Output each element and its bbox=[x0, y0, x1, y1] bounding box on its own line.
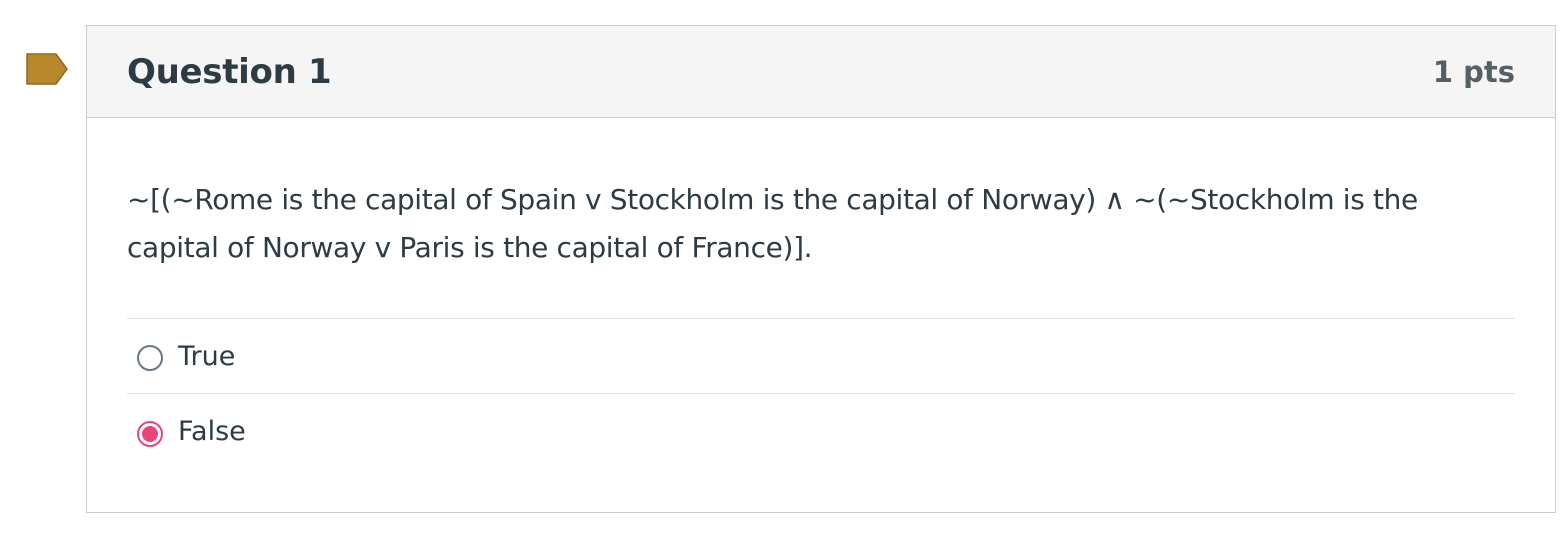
radio-button-false[interactable] bbox=[137, 420, 163, 447]
radio-button-true[interactable] bbox=[137, 345, 163, 371]
radio-selected-dot bbox=[142, 425, 158, 442]
answer-label[interactable]: False bbox=[178, 416, 246, 447]
flag-question-icon[interactable] bbox=[26, 53, 68, 85]
answer-option-true[interactable]: True bbox=[127, 319, 1515, 394]
question-card: Question 1 1 pts ~[(~Rome is the capital… bbox=[86, 25, 1556, 513]
question-body: ~[(~Rome is the capital of Spain v Stock… bbox=[87, 118, 1555, 469]
question-title: Question 1 bbox=[127, 51, 332, 92]
answer-label[interactable]: True bbox=[178, 341, 235, 372]
question-text: ~[(~Rome is the capital of Spain v Stock… bbox=[127, 183, 1418, 264]
answer-list: True False bbox=[127, 318, 1515, 469]
answer-option-false[interactable]: False bbox=[127, 394, 1515, 469]
question-points: 1 pts bbox=[1432, 54, 1515, 89]
question-header: Question 1 1 pts bbox=[87, 26, 1555, 118]
